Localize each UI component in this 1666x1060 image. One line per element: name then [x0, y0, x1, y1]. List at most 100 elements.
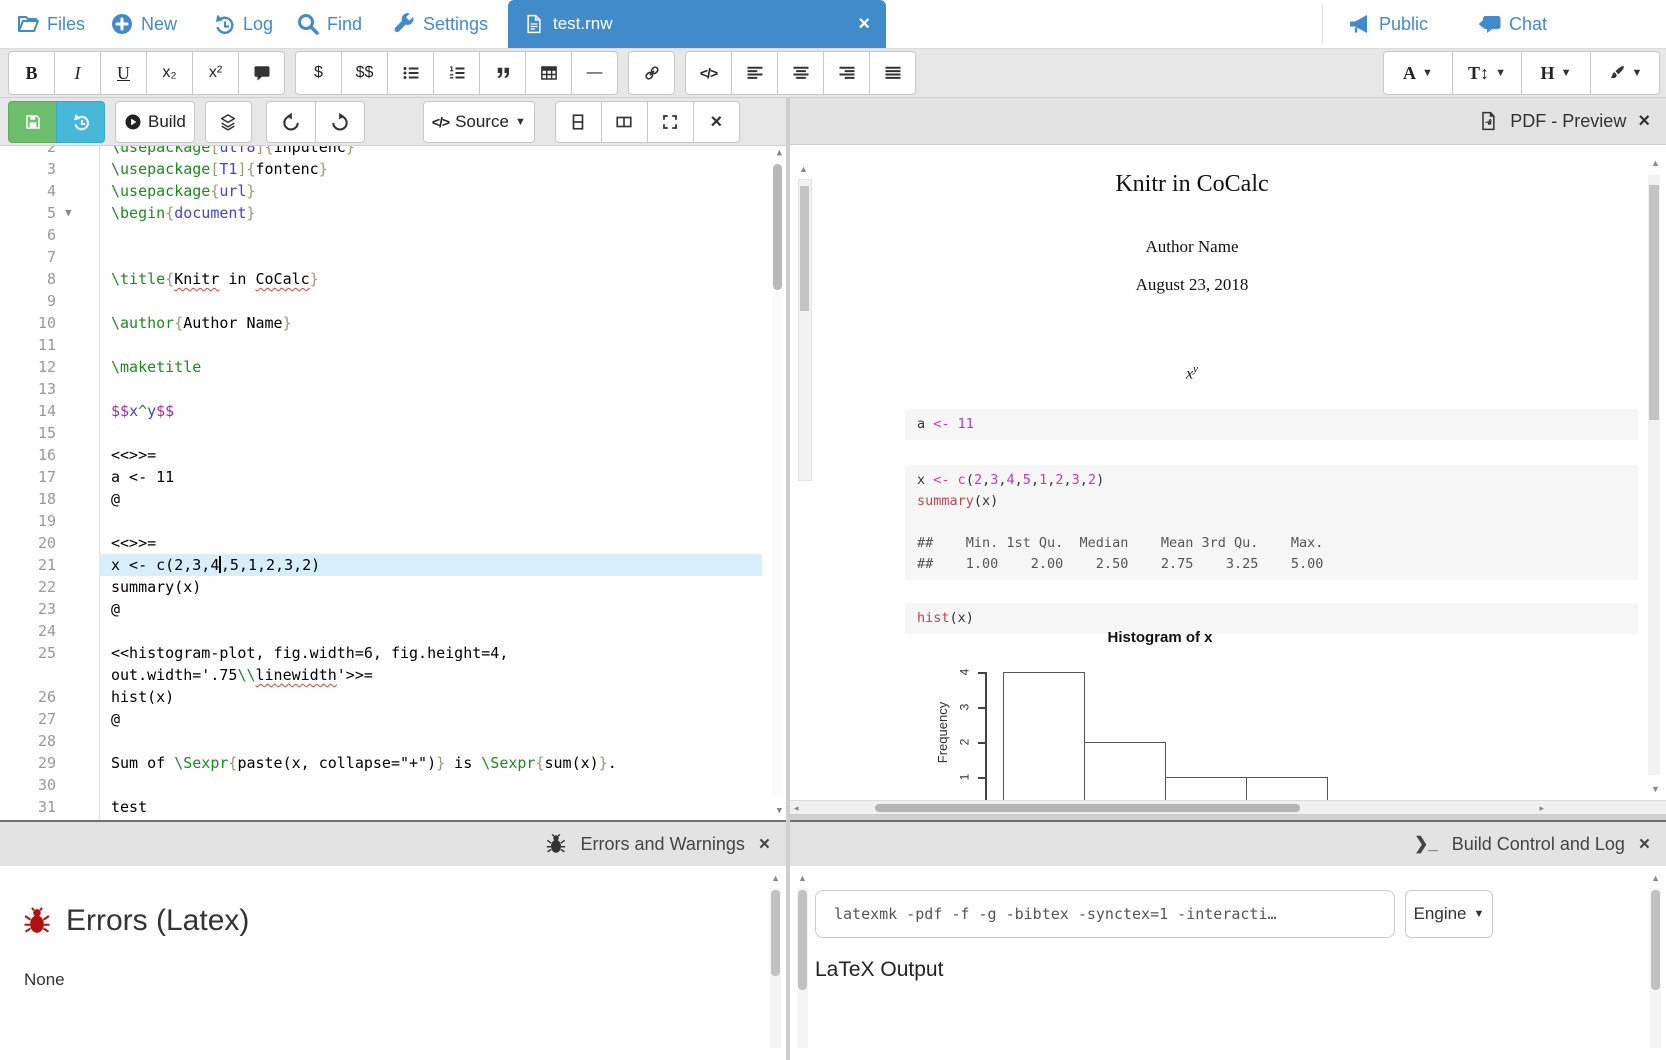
editor-line[interactable]: 4\usepackage{url}: [0, 180, 786, 202]
scrollbar-thumb[interactable]: [1649, 185, 1659, 420]
tab-close-icon[interactable]: ×: [858, 14, 870, 34]
editor-line[interactable]: 22summary(x): [0, 576, 786, 598]
scrollbar-thumb[interactable]: [771, 890, 780, 976]
format-align-left-button[interactable]: [731, 51, 778, 95]
format-underline-button[interactable]: U: [100, 51, 147, 95]
editor-line[interactable]: 18@: [0, 488, 786, 510]
scrollbar-thumb[interactable]: [773, 164, 782, 290]
close-editor-button[interactable]: ×: [693, 101, 740, 143]
pdf-horizontal-scrollbar[interactable]: ◂ ▸: [790, 800, 1548, 814]
editor-line[interactable]: 19: [0, 510, 786, 532]
pdf-left-scrollbar[interactable]: [798, 179, 812, 481]
format-comment-button[interactable]: [238, 51, 285, 95]
errors-scroll-up[interactable]: ▲: [771, 874, 780, 883]
editor-line[interactable]: 10\author{Author Name}: [0, 312, 786, 334]
format-justify-button[interactable]: [869, 51, 916, 95]
fullscreen-button[interactable]: [647, 101, 694, 143]
chat-button[interactable]: Chat: [1478, 0, 1547, 48]
format-align-right-button[interactable]: [823, 51, 870, 95]
format-font-family-button[interactable]: A▼: [1383, 51, 1453, 95]
editor-line[interactable]: 7: [0, 246, 786, 268]
source-editor[interactable]: 2\usepackage[utf8]{inputenc}3\usepackage…: [0, 146, 786, 820]
editor-line[interactable]: 25<<histogram-plot, fig.width=6, fig.hei…: [0, 642, 786, 664]
pdf-scroll-right[interactable]: ▸: [1539, 804, 1544, 813]
split-columns-button[interactable]: [601, 101, 648, 143]
format-subscript-button[interactable]: x₂: [146, 51, 193, 95]
pdf-preview[interactable]: Knitr in CoCalc Author Name August 23, 2…: [790, 145, 1666, 800]
editor-scroll-down[interactable]: ▼: [777, 807, 782, 816]
format-bold-button[interactable]: B: [8, 51, 55, 95]
format-ordered-list-button[interactable]: [433, 51, 480, 95]
pdf-right-scroll-up[interactable]: ▲: [1651, 159, 1660, 168]
format-horizontal-rule-button[interactable]: —: [571, 51, 618, 95]
public-button[interactable]: Public: [1348, 0, 1428, 48]
editor-line[interactable]: 12\maketitle: [0, 356, 786, 378]
editor-line[interactable]: 21x <- c(2,3,4,5,1,2,3,2): [0, 554, 786, 576]
pdf-preview-close-icon[interactable]: ×: [1638, 111, 1650, 131]
tab-test-rnw[interactable]: test.rnw ×: [508, 0, 886, 48]
editor-line[interactable]: 11: [0, 334, 786, 356]
editor-vertical-scrollbar[interactable]: [772, 162, 783, 796]
source-view-dropdown[interactable]: </>Source▼: [423, 101, 535, 143]
scrollbar-thumb[interactable]: [875, 804, 1300, 812]
build-left-scroll-up[interactable]: ▲: [798, 874, 807, 883]
editor-line[interactable]: 5▼\begin{document}: [0, 202, 786, 224]
format-table-button[interactable]: [525, 51, 572, 95]
build-panel-close-icon[interactable]: ×: [1639, 835, 1650, 854]
editor-line[interactable]: 13: [0, 378, 786, 400]
editor-line[interactable]: 6: [0, 224, 786, 246]
pdf-right-scroll-down[interactable]: ▼: [1651, 785, 1660, 794]
format-code-button[interactable]: </>: [685, 51, 732, 95]
engine-dropdown[interactable]: Engine▼: [1405, 890, 1493, 938]
pdf-scroll-left[interactable]: ◂: [794, 804, 799, 813]
editor-line[interactable]: 24: [0, 620, 786, 642]
format-inline-math-button[interactable]: $: [295, 51, 342, 95]
format-superscript-button[interactable]: x²: [192, 51, 239, 95]
format-font-size-button[interactable]: T↕▼: [1452, 51, 1522, 95]
format-align-center-button[interactable]: [777, 51, 824, 95]
build-button[interactable]: Build: [115, 101, 195, 143]
find-button[interactable]: Find: [296, 0, 362, 48]
layers-button[interactable]: [205, 101, 252, 143]
editor-line[interactable]: 15: [0, 422, 786, 444]
editor-line[interactable]: 2\usepackage[utf8]{inputenc}: [0, 146, 786, 158]
editor-line[interactable]: 20<<>>=: [0, 532, 786, 554]
editor-line[interactable]: 27@: [0, 708, 786, 730]
build-command-input[interactable]: latexmk -pdf -f -g -bibtex -synctex=1 -i…: [815, 890, 1395, 938]
editor-line[interactable]: 14$$x^y$$: [0, 400, 786, 422]
editor-line[interactable]: 30: [0, 774, 786, 796]
editor-line[interactable]: 3\usepackage[T1]{fontenc}: [0, 158, 786, 180]
scrollbar-thumb[interactable]: [800, 186, 809, 311]
build-right-scrollbar[interactable]: [1650, 888, 1661, 1048]
editor-line[interactable]: 31test: [0, 796, 786, 818]
format-display-math-button[interactable]: $$: [341, 51, 388, 95]
redo-button[interactable]: [315, 101, 365, 143]
undo-button[interactable]: [266, 101, 316, 143]
editor-line[interactable]: 23@: [0, 598, 786, 620]
editor-line[interactable]: 26hist(x): [0, 686, 786, 708]
build-left-scrollbar[interactable]: [797, 888, 808, 1048]
editor-scroll-up[interactable]: ▲: [777, 149, 782, 158]
save-button[interactable]: [8, 101, 57, 143]
errors-panel-close-icon[interactable]: ×: [759, 835, 770, 854]
format-italic-button[interactable]: I: [54, 51, 101, 95]
fold-arrow-icon[interactable]: ▼: [65, 202, 72, 224]
editor-line[interactable]: 16<<>>=: [0, 444, 786, 466]
build-right-scroll-up[interactable]: ▲: [1651, 874, 1660, 883]
format-unordered-list-button[interactable]: [387, 51, 434, 95]
editor-line[interactable]: 29Sum of \Sexpr{paste(x, collapse="+")} …: [0, 752, 786, 774]
settings-button[interactable]: Settings: [392, 0, 488, 48]
scrollbar-thumb[interactable]: [798, 890, 807, 990]
errors-scrollbar[interactable]: [770, 888, 781, 1048]
editor-line[interactable]: 17a <- 11: [0, 466, 786, 488]
split-rows-button[interactable]: [555, 101, 602, 143]
format-link-button[interactable]: [628, 51, 675, 95]
timetravel-button[interactable]: [56, 101, 105, 143]
pdf-left-scroll-up[interactable]: ▲: [799, 165, 808, 174]
log-button[interactable]: Log: [212, 0, 273, 48]
new-button[interactable]: New: [110, 0, 177, 48]
format-color-button[interactable]: ▼: [1590, 51, 1660, 95]
editor-line[interactable]: 8\title{Knitr in CoCalc}: [0, 268, 786, 290]
format-blockquote-button[interactable]: [479, 51, 526, 95]
format-heading-button[interactable]: H▼: [1521, 51, 1591, 95]
